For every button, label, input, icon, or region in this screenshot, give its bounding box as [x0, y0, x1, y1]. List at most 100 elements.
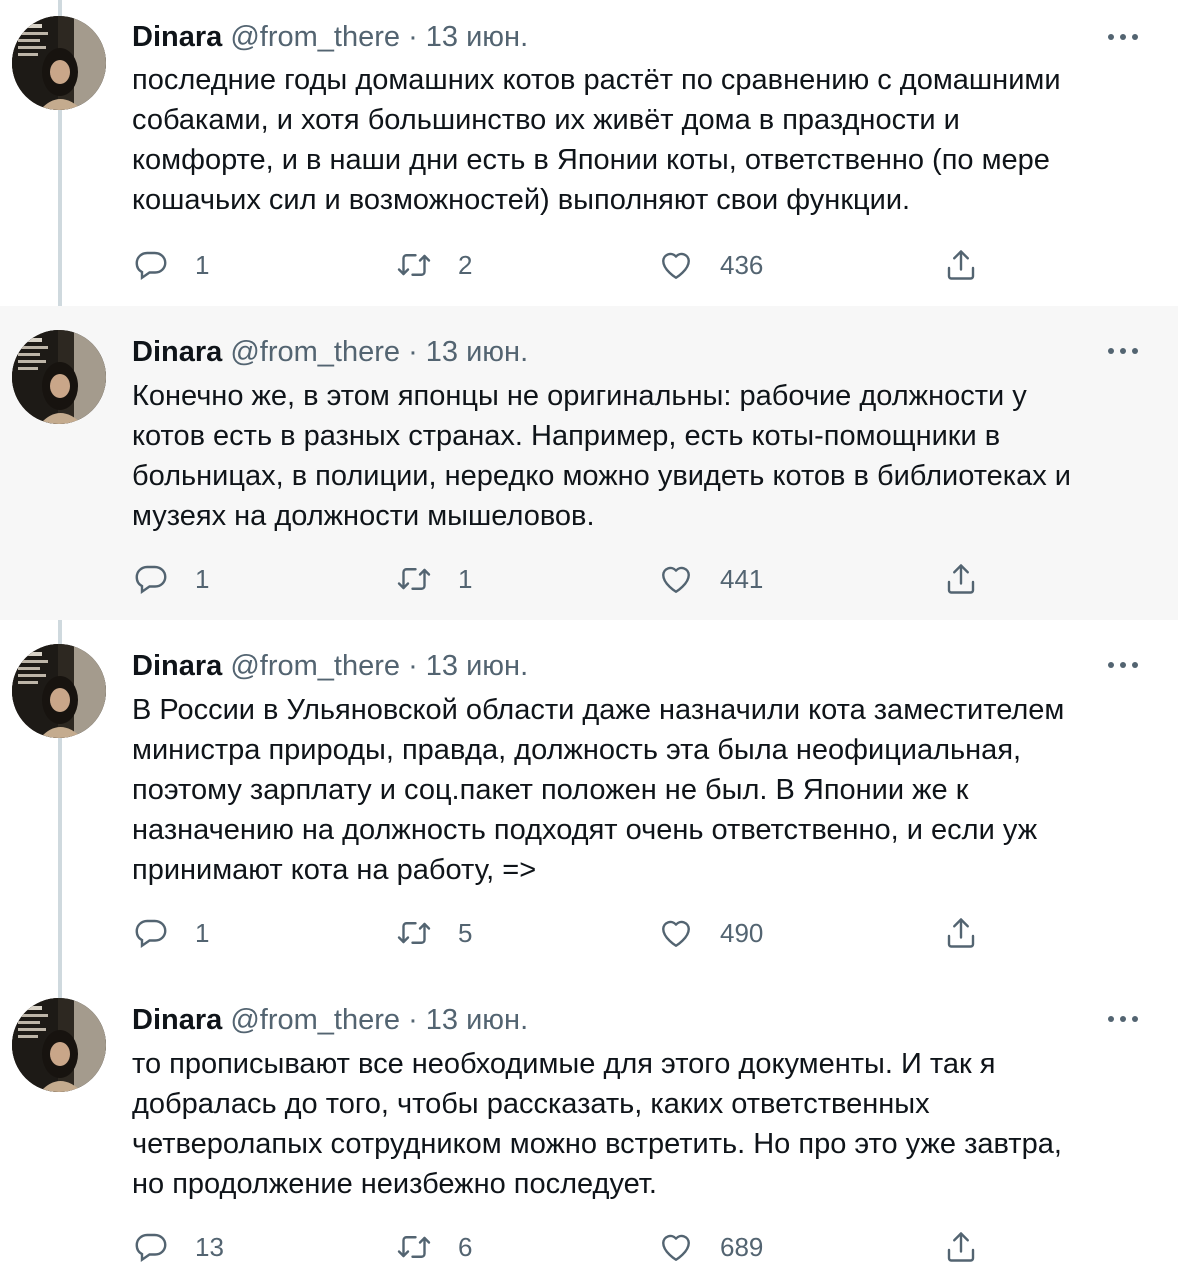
separator-dot: · [408, 1004, 418, 1036]
tweet-text-line: министра природы, правда, должность эта … [132, 734, 1022, 766]
tweet-date[interactable]: 13 июн. [426, 21, 528, 53]
reply-icon [135, 1233, 167, 1263]
tweet-text-line: собаками, и хотя большинство их живёт до… [132, 104, 960, 136]
tweet-header: Dinara @from_there · 13 июн. [132, 18, 528, 56]
retweet-icon [397, 254, 431, 276]
reply-icon [135, 565, 167, 595]
share-button[interactable] [943, 913, 979, 953]
retweet-count: 6 [458, 1231, 473, 1262]
retweet-button[interactable]: 5 [396, 913, 472, 953]
retweet-button[interactable]: 1 [396, 559, 472, 599]
tweet-text: последние годы домашних котов растёт по … [132, 60, 1162, 220]
tweet[interactable]: Dinara @from_there · 13 июн. последние г… [0, 0, 1178, 306]
tweet-text-line: принимают кота на работу, => [132, 854, 537, 886]
separator-dot: · [408, 336, 418, 368]
retweet-button[interactable]: 6 [396, 1227, 472, 1267]
tweet-header: Dinara @from_there · 13 июн. [132, 1001, 528, 1039]
heart-icon [662, 566, 690, 593]
tweet-text-line: последние годы домашних котов растёт по … [132, 64, 1061, 96]
separator-dot: · [408, 650, 418, 682]
share-button[interactable] [943, 559, 979, 599]
tweet-text: то прописывают все необходимые для этого… [132, 1044, 1162, 1204]
like-button[interactable]: 490 [658, 913, 763, 953]
reply-count: 1 [195, 563, 210, 594]
more-icon[interactable] [1108, 32, 1138, 42]
tweet-actions: 1 1 441 [0, 559, 1178, 599]
tweet-text-line: больницах, в полиции, нередко можно увид… [132, 460, 1072, 492]
tweet-text-line: комфорте, и в наши дни есть в Японии кот… [132, 144, 1050, 176]
tweet-actions: 1 5 490 [0, 913, 1178, 953]
tweet[interactable]: Dinara @from_there · 13 июн. В России в … [0, 620, 1178, 974]
tweet-text-line: музеях на должности мышеловов. [132, 500, 595, 532]
tweet-text-line: назначению на должность подходят очень о… [132, 814, 1038, 846]
tweet-text: В России в Ульяновской области даже назн… [132, 690, 1162, 890]
tweet-text-line: котов есть в разных странах. Например, е… [132, 420, 1001, 452]
tweet[interactable]: Dinara @from_there · 13 июн. Конечно же,… [0, 306, 1178, 620]
more-icon[interactable] [1108, 660, 1138, 670]
share-button[interactable] [943, 245, 979, 285]
reply-button[interactable]: 1 [133, 559, 209, 599]
tweet-text-line: кошачьих сил и возможностей) выполняют с… [132, 184, 911, 216]
retweet-count: 5 [458, 917, 473, 948]
author-handle[interactable]: @from_there [230, 650, 400, 682]
share-button[interactable] [943, 1227, 979, 1267]
reply-icon [135, 251, 167, 281]
like-button[interactable]: 689 [658, 1227, 763, 1267]
more-icon[interactable] [1108, 1014, 1138, 1024]
tweet-header: Dinara @from_there · 13 июн. [132, 333, 528, 371]
retweet-icon [397, 568, 431, 590]
share-icon [947, 564, 975, 594]
tweet-actions: 13 6 689 [0, 1227, 1178, 1267]
profile-avatar[interactable] [12, 16, 106, 110]
tweet[interactable]: Dinara @from_there · 13 июн. то прописыв… [0, 974, 1178, 1282]
author-handle[interactable]: @from_there [230, 21, 400, 53]
heart-icon [662, 920, 690, 947]
reply-count: 1 [195, 249, 210, 280]
author-name[interactable]: Dinara [132, 21, 222, 53]
tweet-text-line: В России в Ульяновской области даже назн… [132, 694, 1065, 726]
like-count: 689 [720, 1231, 764, 1262]
tweet-date[interactable]: 13 июн. [426, 650, 528, 682]
share-icon [947, 250, 975, 280]
like-count: 436 [720, 249, 764, 280]
reply-button[interactable]: 1 [133, 245, 209, 285]
tweet-date[interactable]: 13 июн. [426, 1004, 528, 1036]
heart-icon [662, 252, 690, 279]
heart-icon [662, 1234, 690, 1261]
profile-avatar[interactable] [12, 644, 106, 738]
tweet-header: Dinara @from_there · 13 июн. [132, 647, 528, 685]
tweet-text-line: Конечно же, в этом японцы не оригинальны… [132, 380, 1027, 412]
retweet-icon [397, 922, 431, 944]
retweet-button[interactable]: 2 [396, 245, 472, 285]
like-count: 490 [720, 917, 764, 948]
like-button[interactable]: 436 [658, 245, 763, 285]
like-count: 441 [720, 563, 764, 594]
author-handle[interactable]: @from_there [230, 1004, 400, 1036]
reply-count: 1 [195, 917, 210, 948]
author-name[interactable]: Dinara [132, 336, 222, 368]
profile-avatar[interactable] [12, 998, 106, 1092]
separator-dot: · [408, 21, 418, 53]
tweet-date[interactable]: 13 июн. [426, 336, 528, 368]
profile-avatar[interactable] [12, 330, 106, 424]
reply-count: 13 [195, 1231, 224, 1262]
author-name[interactable]: Dinara [132, 650, 222, 682]
tweet-text-line: но продолжение неизбежно последует. [132, 1168, 657, 1200]
retweet-icon [397, 1236, 431, 1258]
tweet-text: Конечно же, в этом японцы не оригинальны… [132, 376, 1162, 536]
tweet-actions: 1 2 436 [0, 245, 1178, 285]
share-icon [947, 918, 975, 948]
retweet-count: 2 [458, 249, 473, 280]
like-button[interactable]: 441 [658, 559, 763, 599]
more-icon[interactable] [1108, 346, 1138, 356]
reply-icon [135, 919, 167, 949]
tweet-text-line: то прописывают все необходимые для этого… [132, 1048, 996, 1080]
reply-button[interactable]: 13 [133, 1227, 224, 1267]
author-handle[interactable]: @from_there [230, 336, 400, 368]
author-name[interactable]: Dinara [132, 1004, 222, 1036]
retweet-count: 1 [458, 563, 473, 594]
tweet-text-line: поэтому зарплату и соц.пакет положен не … [132, 774, 969, 806]
share-icon [947, 1232, 975, 1262]
tweet-text-line: четверолапых сотрудником можно встретить… [132, 1128, 1062, 1160]
reply-button[interactable]: 1 [133, 913, 209, 953]
